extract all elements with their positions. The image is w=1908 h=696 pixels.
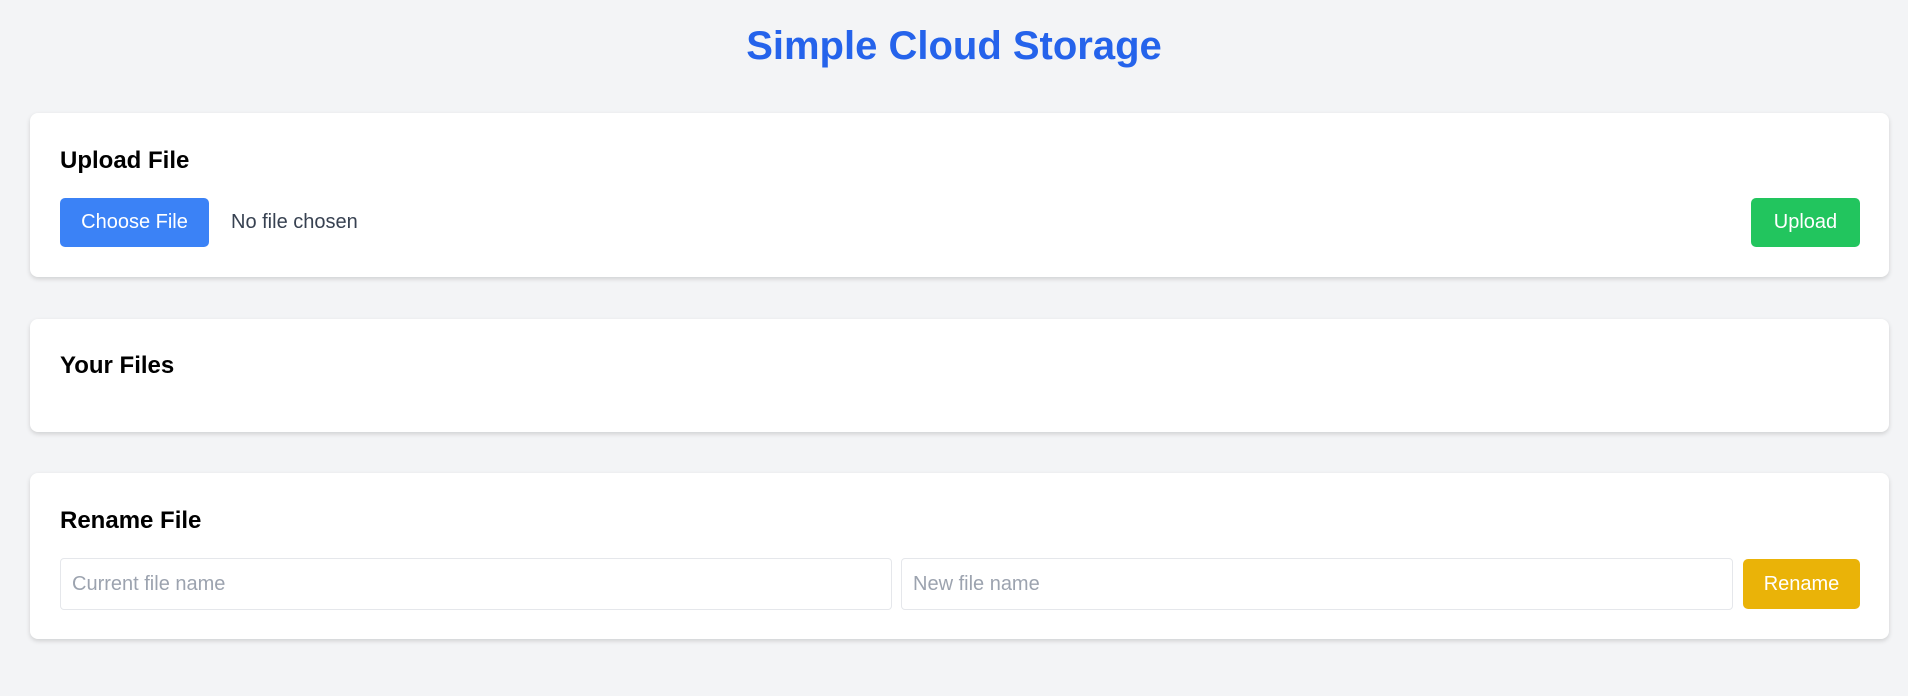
rename-button[interactable]: Rename [1743, 559, 1860, 609]
rename-heading: Rename File [60, 507, 202, 534]
page-title: Simple Cloud Storage [746, 24, 1162, 68]
new-file-name-input[interactable] [901, 558, 1733, 610]
file-status-text: No file chosen [231, 211, 358, 233]
files-card: Your Files [30, 319, 1889, 432]
current-file-name-input[interactable] [60, 558, 892, 610]
upload-card: Upload File Choose File No file chosen U… [30, 113, 1889, 277]
choose-file-button[interactable]: Choose File [60, 198, 209, 247]
files-heading: Your Files [60, 352, 175, 379]
upload-heading: Upload File [60, 147, 190, 174]
rename-card: Rename File Rename [30, 473, 1889, 639]
upload-button[interactable]: Upload [1751, 198, 1860, 247]
